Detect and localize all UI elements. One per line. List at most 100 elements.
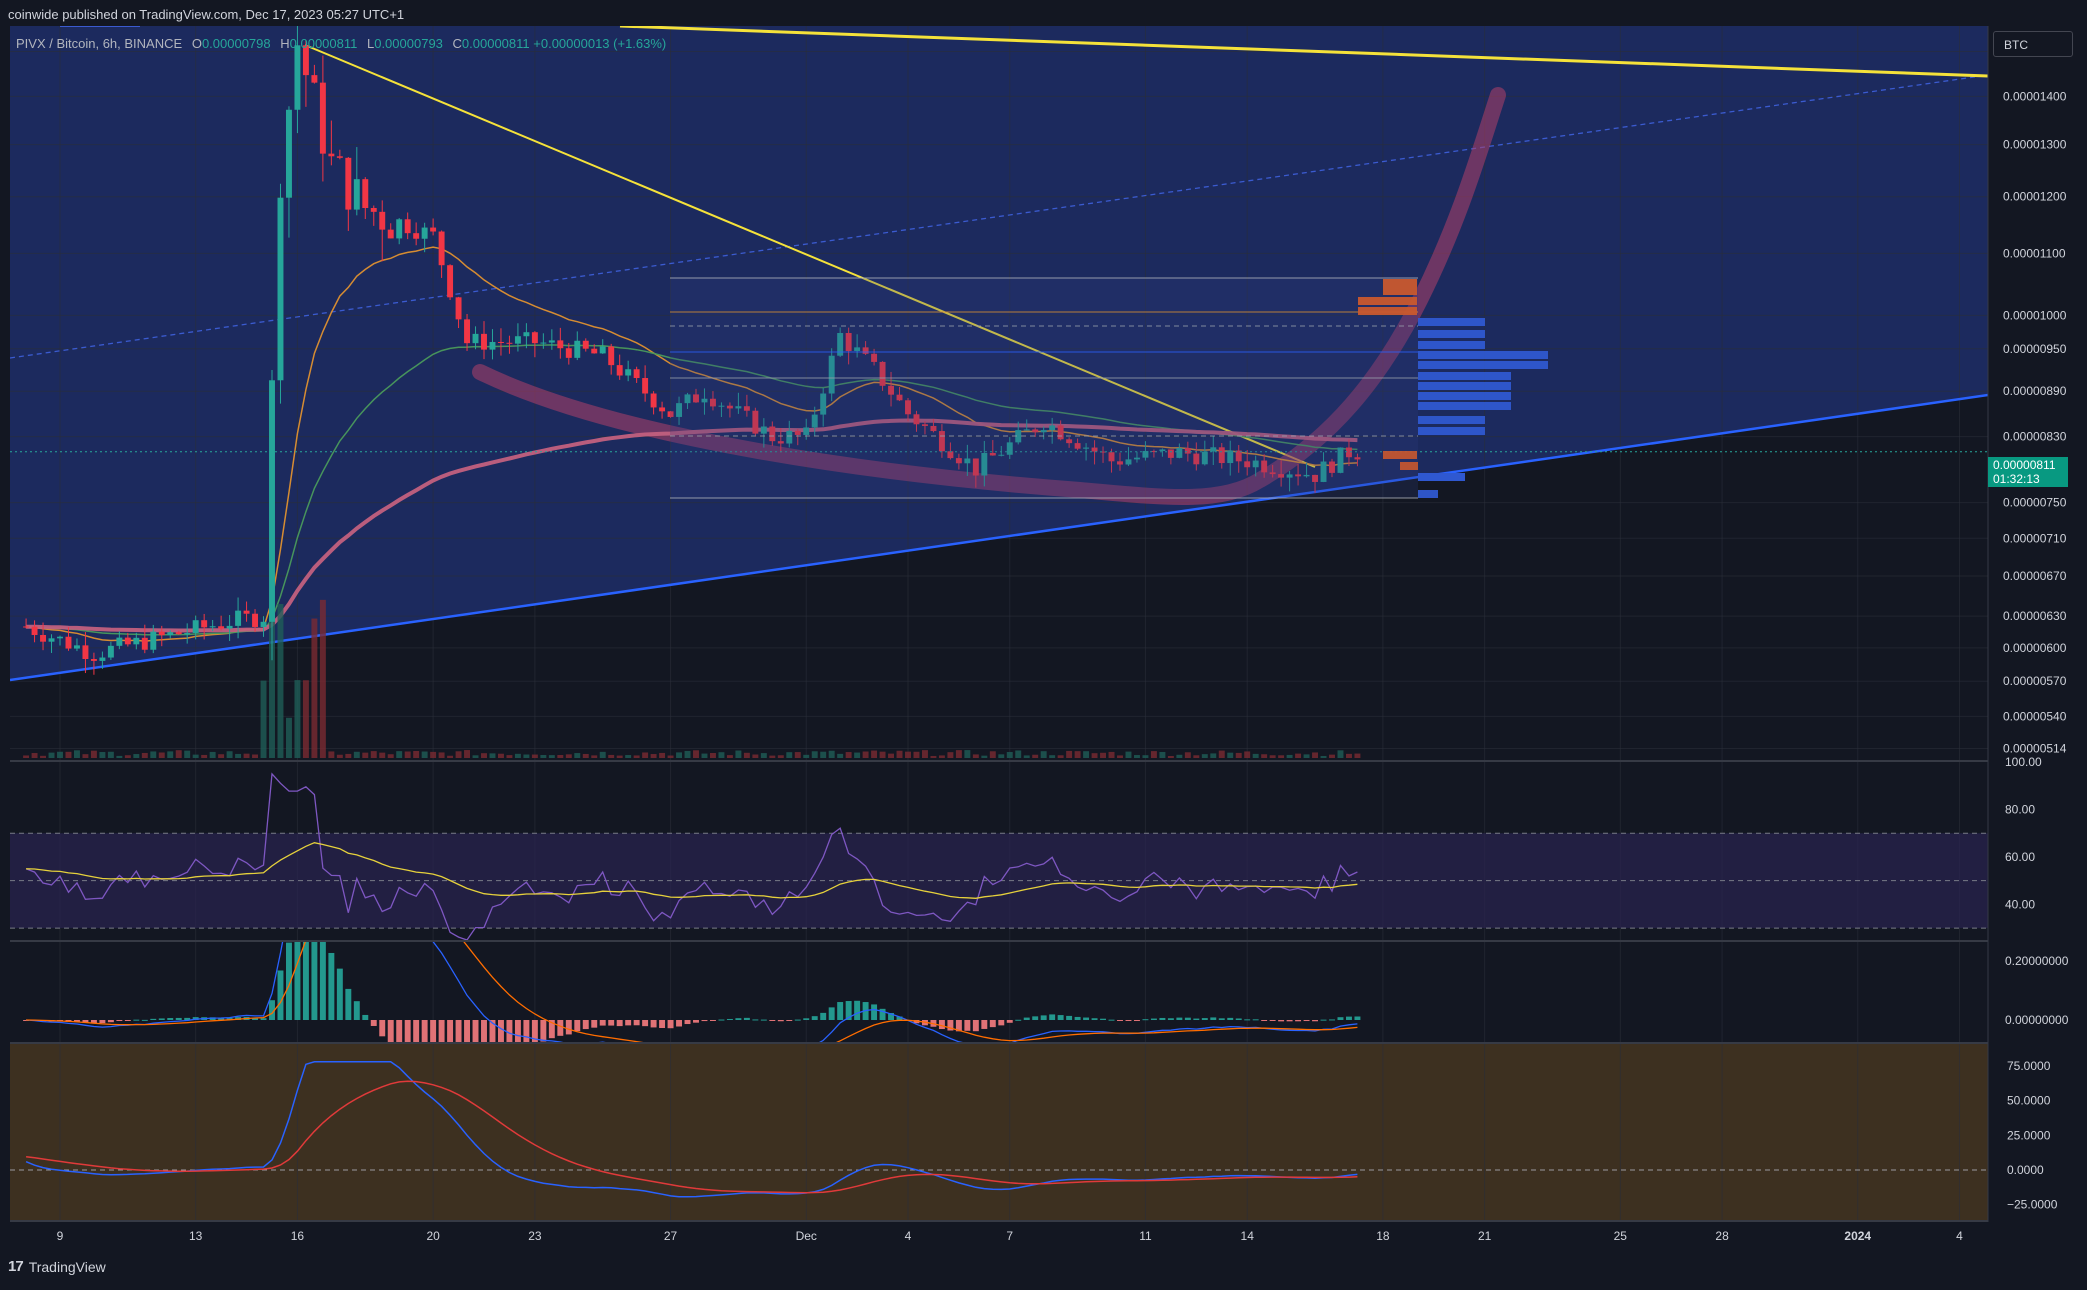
candle-body	[82, 645, 89, 660]
candle-body	[523, 332, 530, 337]
volume-bar	[396, 751, 403, 758]
macd-histogram-bar	[1133, 1020, 1140, 1021]
candle-body	[116, 637, 123, 646]
macd-histogram-bar	[1269, 1020, 1276, 1021]
candle-body	[404, 219, 411, 234]
price-tick-label: 0.00000710	[2003, 531, 2067, 545]
volume-bar	[48, 752, 55, 758]
volume-bar	[133, 754, 140, 758]
candle-body	[23, 626, 30, 628]
time-tick-label: 25	[1614, 1229, 1628, 1243]
symbol-title[interactable]: PIVX / Bitcoin, 6h, BINANCE	[16, 36, 182, 51]
chart-canvas[interactable]: 0.000015000.000014000.000013000.00001200…	[0, 0, 2087, 1285]
macd-histogram-bar	[1201, 1018, 1208, 1020]
volume-bar	[659, 752, 666, 758]
volume-bar	[650, 754, 657, 758]
rsi-tick-label: 60.00	[2005, 850, 2035, 864]
volume-bar	[786, 752, 793, 758]
volume-bar	[1345, 753, 1352, 758]
tradingview-footer[interactable]: 17 TradingView	[8, 1258, 106, 1275]
macd-histogram-bar	[1244, 1019, 1251, 1021]
macd-histogram-bar	[794, 1019, 801, 1021]
volume-bar	[1176, 754, 1183, 758]
volume-bar	[964, 750, 971, 758]
volume-bar	[447, 755, 454, 758]
macd-histogram-bar	[99, 1020, 106, 1024]
volume-bar	[1244, 751, 1251, 758]
volume-bar	[226, 751, 233, 758]
macd-histogram-bar	[1286, 1020, 1293, 1022]
volume-bar	[845, 752, 852, 758]
candle-body	[336, 156, 343, 158]
volume-bar	[116, 755, 123, 758]
volume-bar	[1142, 755, 1149, 758]
volume-bar	[1193, 755, 1200, 758]
volume-bar	[311, 618, 318, 758]
volume-bar	[235, 753, 242, 758]
fibonacci-levels[interactable]	[670, 277, 1548, 499]
macd-histogram-bar	[964, 1020, 971, 1031]
volume-bar	[319, 599, 326, 758]
rsi-tick-label: 40.00	[2005, 897, 2035, 911]
volume-bar	[726, 755, 733, 758]
volume-bar	[472, 755, 479, 758]
volume-bar	[107, 751, 114, 758]
volume-bar	[387, 754, 394, 758]
candle-body	[633, 369, 640, 379]
volume-bar	[701, 753, 708, 758]
currency-selector[interactable]: BTC	[1993, 31, 2073, 57]
macd-histogram-bar	[116, 1020, 123, 1021]
volume-bar	[1201, 754, 1208, 758]
candle-body	[40, 634, 47, 642]
macd-histogram-bar	[1167, 1018, 1174, 1020]
volume-bar	[642, 752, 649, 758]
candle-body	[107, 645, 114, 658]
macd-histogram-bar	[1006, 1020, 1013, 1023]
price-tick-label: 0.00001400	[2003, 89, 2067, 103]
candle-body	[379, 211, 386, 230]
candle-body	[353, 179, 360, 210]
candle-body	[540, 342, 547, 344]
macd-histogram-bar	[938, 1020, 945, 1030]
volume-bar	[938, 755, 945, 758]
volume-bar	[328, 751, 335, 758]
candle-body	[481, 333, 487, 350]
target-bar	[1358, 297, 1417, 305]
fib-box	[670, 278, 1418, 498]
volume-profile-bar	[1418, 351, 1548, 359]
volume-bar	[243, 753, 250, 758]
volume-bar	[99, 752, 106, 758]
macd-histogram-bar	[260, 1018, 267, 1020]
high-label: H	[280, 36, 290, 51]
macd-histogram-bar	[133, 1019, 140, 1021]
volume-bar	[23, 755, 30, 758]
volume-profile-bar	[1418, 330, 1485, 338]
volume-bar	[718, 752, 725, 758]
time-tick-label: 11	[1139, 1229, 1152, 1243]
macd-histogram-bar	[353, 1001, 360, 1020]
candle-body	[447, 265, 454, 298]
macd-histogram-bar	[591, 1020, 598, 1028]
volume-bar	[1337, 750, 1344, 758]
tradingview-chart[interactable]: 0.000015000.000014000.000013000.00001200…	[0, 0, 2087, 1285]
volume-bar	[252, 754, 259, 758]
macd-histogram-bar	[1252, 1019, 1259, 1021]
candle-body	[48, 638, 55, 642]
macd-tick-label: 0.20000000	[2005, 954, 2069, 968]
volume-bar	[811, 751, 818, 758]
candle-body	[557, 340, 564, 349]
macd-histogram-bar	[718, 1019, 725, 1021]
time-tick-label: 16	[291, 1229, 305, 1243]
candle-body	[218, 626, 225, 629]
candle-body	[582, 340, 589, 349]
candle-body	[141, 637, 148, 650]
candle-body	[201, 620, 208, 628]
candle-body	[57, 636, 63, 639]
volume-bar	[633, 755, 640, 758]
candle-body	[167, 632, 174, 636]
candle-body	[659, 407, 666, 412]
volume-bar	[998, 754, 1005, 758]
candle-body	[455, 297, 462, 320]
macd-histogram-bar	[820, 1012, 827, 1020]
candle-body	[370, 208, 377, 212]
